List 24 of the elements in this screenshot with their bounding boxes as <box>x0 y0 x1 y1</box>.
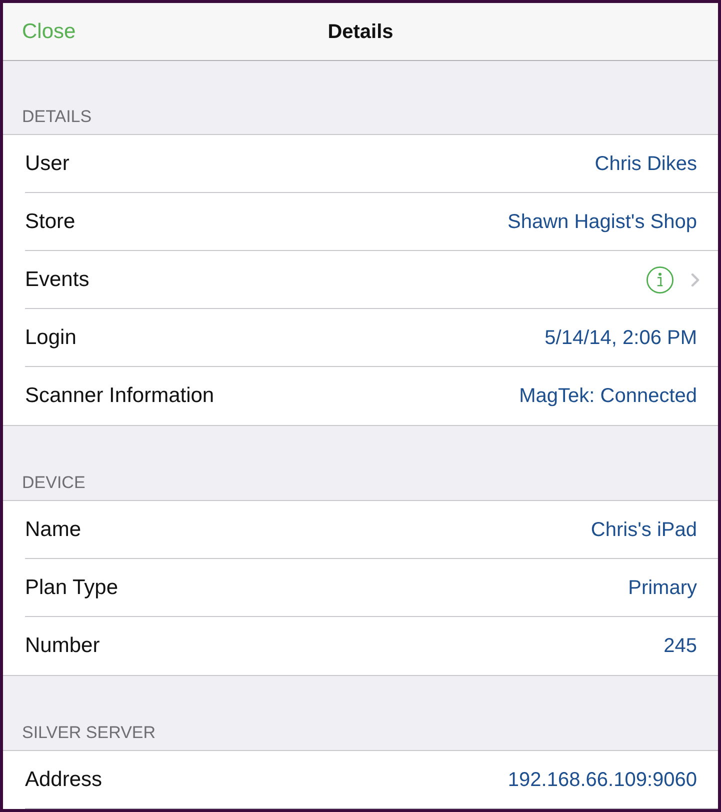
row-value: 192.168.66.109:9060 <box>508 768 697 792</box>
section-header: DETAILS <box>22 108 92 125</box>
chevron-icon <box>691 272 700 286</box>
row-value: Shawn Hagist's Shop <box>508 210 697 234</box>
row-label: Store <box>25 208 76 235</box>
row-value: 245 <box>664 634 697 659</box>
row-label: Number <box>25 633 100 660</box>
row-value: Chris Dikes <box>594 152 697 176</box>
row-label: Name <box>25 516 82 543</box>
row-label: Events <box>25 266 90 293</box>
nav-title: Details <box>328 20 394 44</box>
section-header: DEVICE <box>22 474 86 491</box>
row-label: Login <box>25 324 76 351</box>
row-value: MagTek: Connected <box>519 384 697 409</box>
row-label: Address <box>25 766 102 793</box>
row-label: Scanner Information <box>25 383 214 410</box>
row-value: Chris's iPad <box>590 518 697 542</box>
row-value: 5/14/14, 2:06 PM <box>544 326 697 350</box>
row-label: Plan Type <box>25 574 118 601</box>
info-icon[interactable] <box>646 266 674 294</box>
close-button[interactable]: Close <box>22 21 76 42</box>
row-value: Primary <box>628 576 697 600</box>
section-header: SILVER SERVER <box>22 724 156 741</box>
row-label: User <box>25 150 70 177</box>
